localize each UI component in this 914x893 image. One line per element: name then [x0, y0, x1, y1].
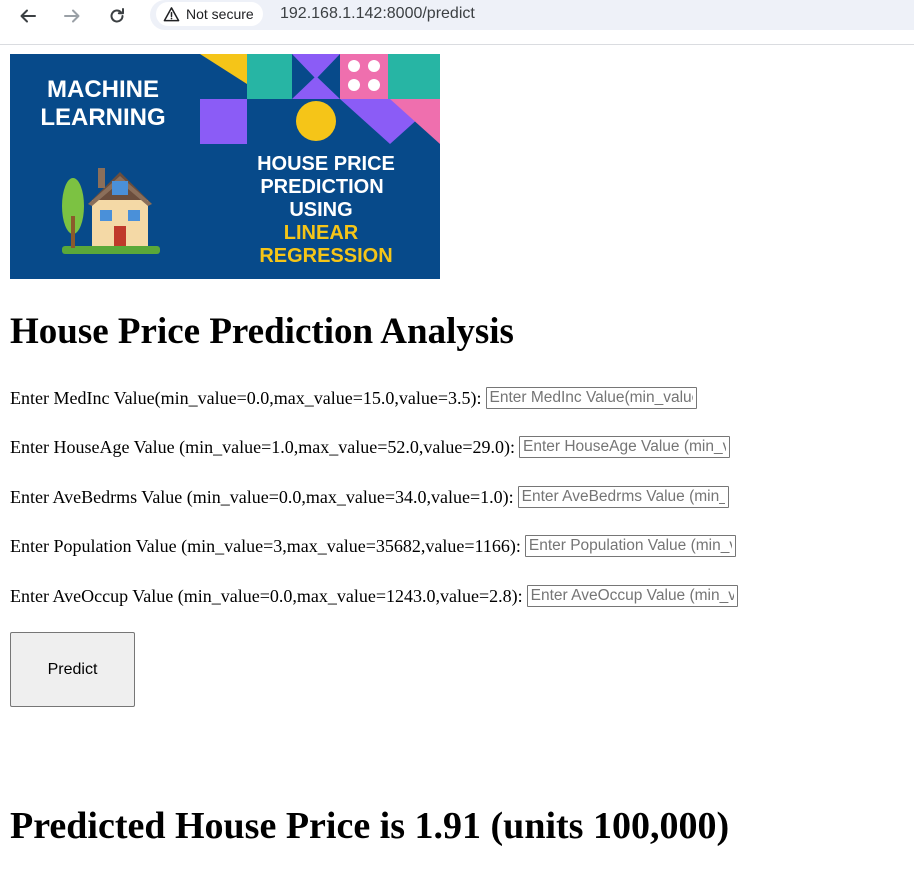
back-button[interactable] — [16, 4, 40, 28]
security-chip[interactable]: Not secure — [156, 2, 263, 26]
aveoccup-label: Enter AveOccup Value (min_value=0.0,max_… — [10, 585, 523, 606]
forward-arrow-icon — [64, 9, 80, 23]
address-bar[interactable] — [150, 0, 914, 30]
banner-sub-line1: HOUSE PRICE — [257, 153, 395, 175]
houseage-input[interactable] — [519, 436, 730, 458]
banner-sub-line3: USING — [289, 199, 352, 221]
banner-sub-line4: LINEAR — [284, 222, 359, 244]
back-arrow-icon — [20, 9, 36, 23]
population-field-row: Enter Population Value (min_value=3,max_… — [10, 534, 736, 558]
medinc-field-row: Enter MedInc Value(min_value=0.0,max_val… — [10, 386, 697, 410]
url-text[interactable]: 192.168.1.142:8000/predict — [280, 5, 475, 23]
medinc-label: Enter MedInc Value(min_value=0.0,max_val… — [10, 387, 482, 408]
security-label: Not secure — [186, 6, 254, 22]
warning-icon — [163, 6, 180, 21]
forward-button[interactable] — [60, 4, 84, 28]
houseage-label: Enter HouseAge Value (min_value=1.0,max_… — [10, 436, 515, 457]
aveoccup-input[interactable] — [526, 585, 738, 607]
banner-title-line1: MACHINE — [47, 76, 159, 103]
aveoccup-field-row: Enter AveOccup Value (min_value=0.0,max_… — [10, 584, 738, 608]
population-input[interactable] — [524, 535, 736, 557]
prediction-result: Predicted House Price is 1.91 (units 100… — [10, 805, 730, 847]
population-label: Enter Population Value (min_value=3,max_… — [10, 535, 521, 556]
banner-title-line2: LEARNING — [40, 104, 165, 131]
banner-sub-line5: REGRESSION — [259, 245, 392, 267]
predict-button[interactable]: Predict — [10, 632, 135, 707]
browser-toolbar: Not secure 192.168.1.142:8000/predict — [0, 0, 914, 45]
reload-icon — [110, 8, 124, 23]
houseage-field-row: Enter HouseAge Value (min_value=1.0,max_… — [10, 435, 730, 459]
reload-button[interactable] — [105, 4, 129, 28]
avebedrms-field-row: Enter AveBedrms Value (min_value=0.0,max… — [10, 485, 729, 509]
banner-sub-line2: PREDICTION — [260, 176, 383, 198]
banner-image: MACHINE LEARNING HOUSE PRICE PREDICTION … — [10, 54, 440, 279]
avebedrms-label: Enter AveBedrms Value (min_value=0.0,max… — [10, 486, 514, 507]
page-title: House Price Prediction Analysis — [10, 311, 514, 352]
avebedrms-input[interactable] — [517, 486, 729, 508]
medinc-input[interactable] — [485, 387, 697, 409]
